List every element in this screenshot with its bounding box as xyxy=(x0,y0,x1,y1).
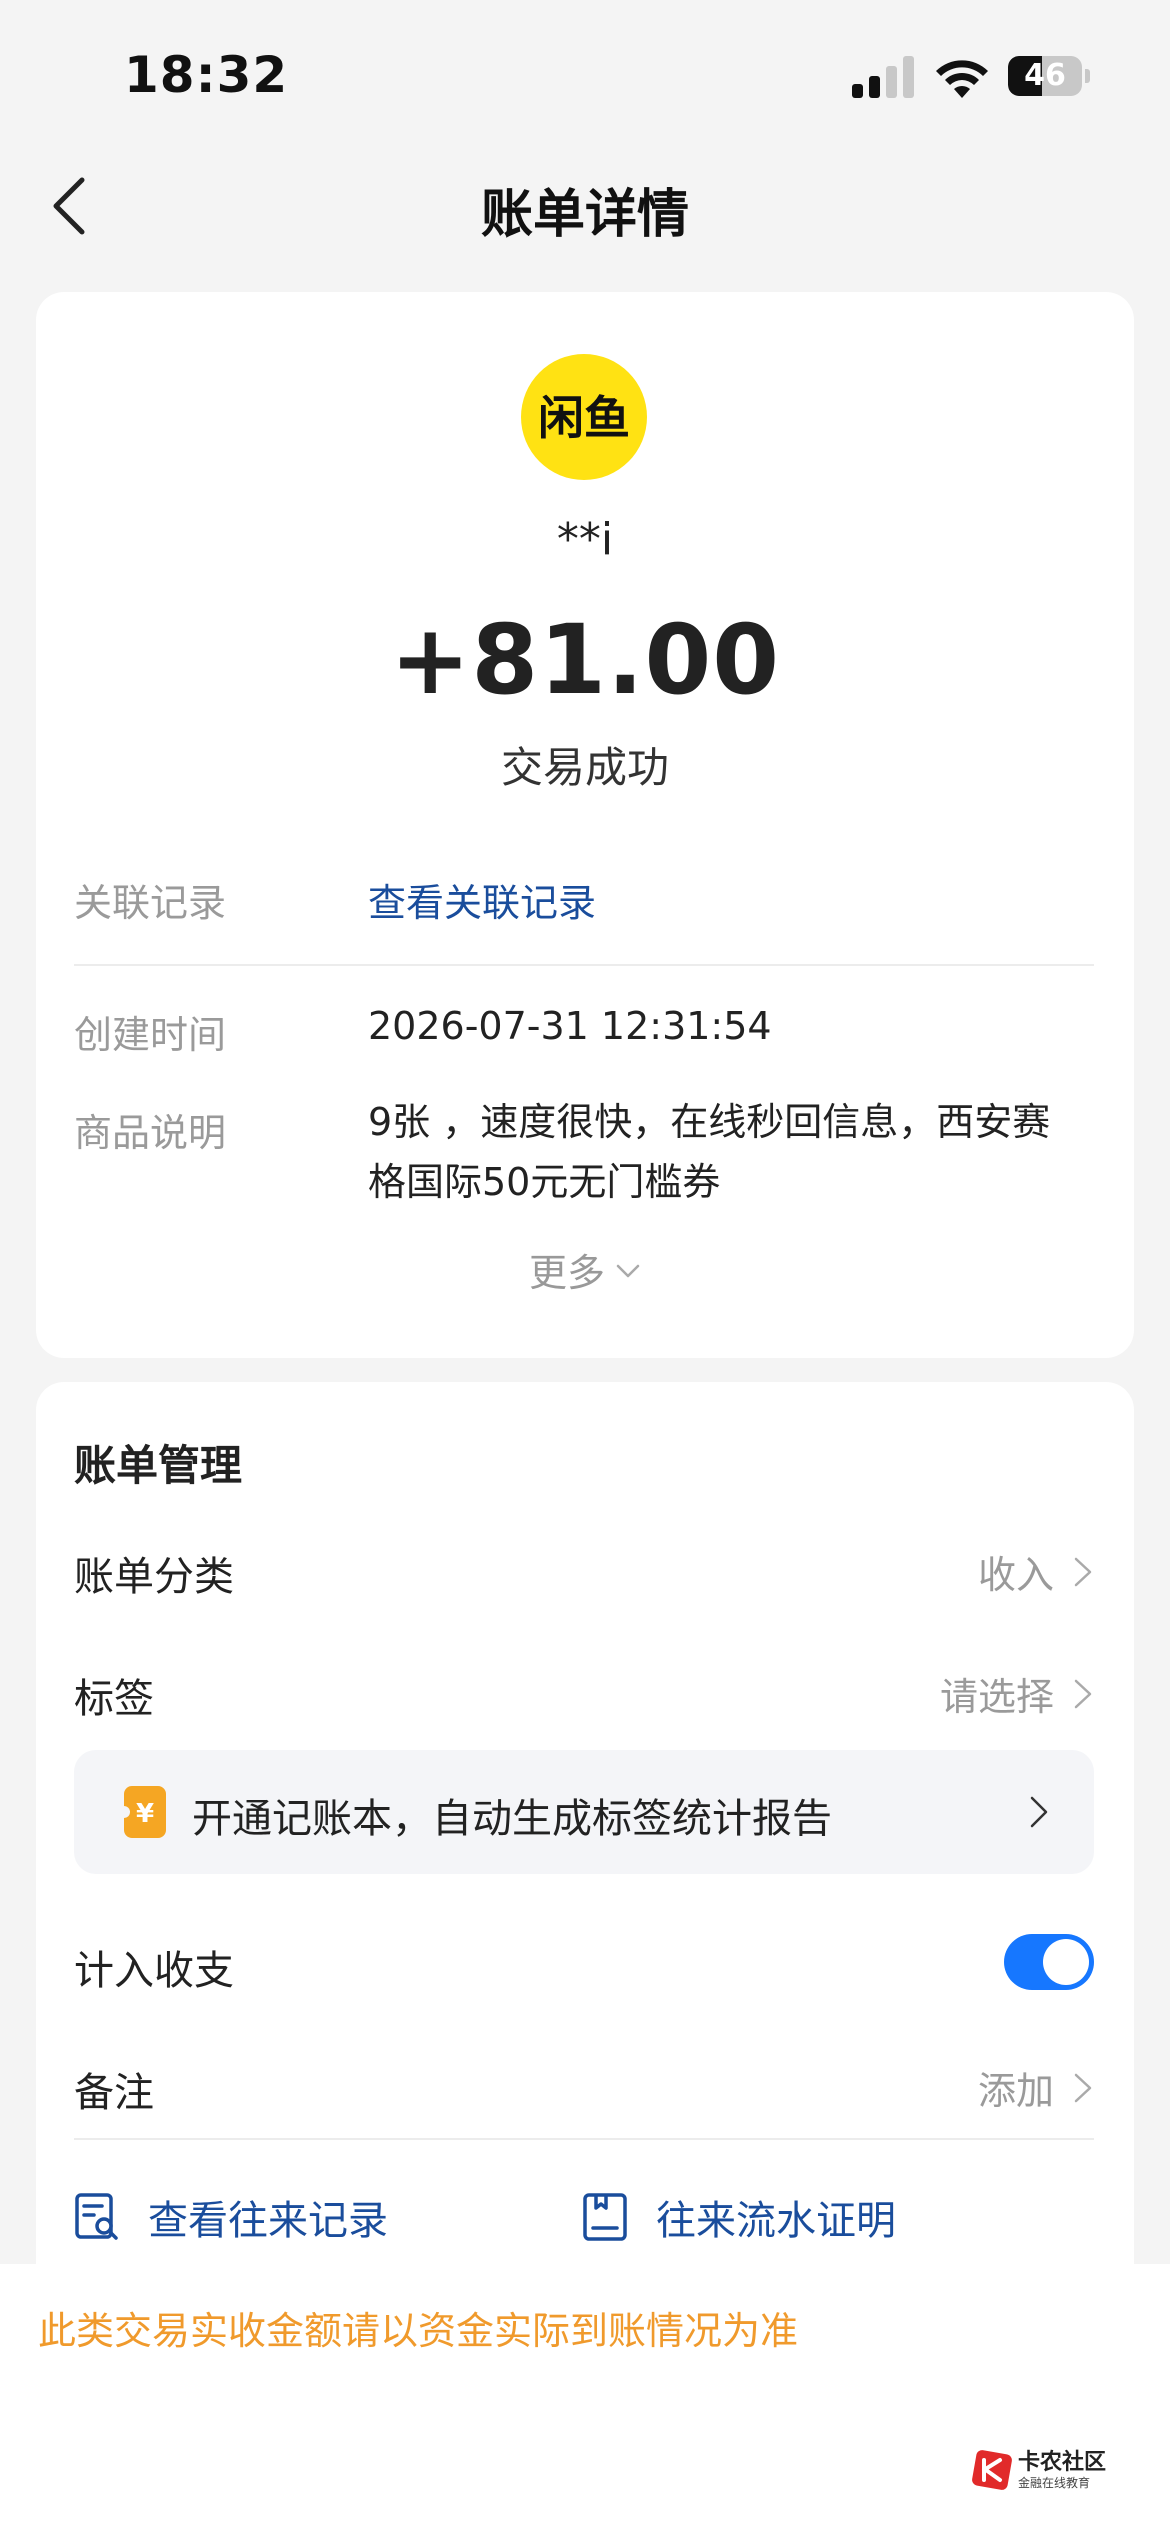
status-bar: 18:32 46 xyxy=(0,0,1170,150)
nav-bar: 账单详情 xyxy=(0,150,1170,262)
product-desc-label: 商品说明 xyxy=(74,1111,227,1155)
tag-value: 请选择 xyxy=(939,1675,1054,1719)
footer-notice-area: 此类交易实收金额请以资金实际到账情况为准 卡农社区 金融在线教育 xyxy=(0,2264,1170,2532)
created-time-value: 2026-07-31 12:31:54 xyxy=(368,1004,772,1048)
created-time-label: 创建时间 xyxy=(74,1013,227,1057)
chevron-right-icon xyxy=(1074,1557,1092,1586)
merchant-logo-text: 闲鱼 xyxy=(539,391,629,445)
merchant-logo: 闲鱼 xyxy=(521,354,647,480)
chevron-right-icon xyxy=(1074,2073,1092,2102)
add-note-button[interactable]: 添加 xyxy=(978,2060,1094,2115)
more-button[interactable]: 更多 xyxy=(36,1242,1134,1297)
promo-text: 开通记账本，自动生成标签统计报告 xyxy=(192,1796,832,1842)
cellular-signal-icon xyxy=(852,56,914,98)
tag-selector[interactable]: 请选择 xyxy=(940,1666,1094,1721)
more-label: 更多 xyxy=(528,1251,605,1295)
xianyu-logo-icon: 闲鱼 xyxy=(539,391,629,445)
note-label: 备注 xyxy=(74,2070,154,2116)
account-book-promo-banner[interactable]: ¥ 开通记账本，自动生成标签统计报告 xyxy=(74,1750,1094,1874)
battery-percent: 46 xyxy=(1024,58,1066,93)
related-record-label: 关联记录 xyxy=(74,881,227,925)
footer-notice: 此类交易实收金额请以资金实际到账情况为准 xyxy=(38,2309,799,2353)
watermark-subtitle: 金融在线教育 xyxy=(1018,2476,1091,2490)
include-in-stats-label: 计入收支 xyxy=(74,1948,234,1994)
section-title: 账单管理 xyxy=(74,1441,243,1490)
battery-body: 46 xyxy=(1008,56,1082,96)
chevron-down-icon xyxy=(616,1264,640,1277)
transaction-card: 闲鱼 **i +81.00 交易成功 关联记录 查看关联记录 创建时间 2026… xyxy=(36,292,1134,1358)
battery-cap xyxy=(1085,69,1090,83)
bill-category-label: 账单分类 xyxy=(74,1554,234,1600)
watermark-title: 卡农社区 xyxy=(1018,2450,1107,2475)
actions-divider xyxy=(74,2138,1094,2140)
watermark-logo-icon xyxy=(972,2450,1012,2490)
tag-label: 标签 xyxy=(74,1676,154,1722)
bill-category-selector[interactable]: 收入 xyxy=(978,1544,1094,1599)
yuan-ticket-icon: ¥ xyxy=(122,1786,166,1838)
bill-detail-page: 18:32 46 账单详情 闲鱼 **i +81.00 交易成功 关联记录 查看… xyxy=(0,0,1170,2532)
transaction-proof-label: 往来流水证明 xyxy=(656,2198,896,2244)
transaction-status: 交易成功 xyxy=(500,743,669,792)
transaction-amount: +81.00 xyxy=(389,604,781,716)
svg-text:¥: ¥ xyxy=(136,1799,154,1829)
status-time: 18:32 xyxy=(124,46,289,104)
toggle-knob xyxy=(1043,1939,1089,1985)
document-search-icon xyxy=(75,2193,118,2240)
battery-indicator: 46 xyxy=(1008,56,1090,96)
product-desc-value: 9张 ，速度很快，在线秒回信息，西安赛格国际50元无门槛券 xyxy=(368,1100,1051,1204)
page-title: 账单详情 xyxy=(480,185,689,245)
view-history-label: 查看往来记录 xyxy=(148,2198,388,2244)
view-history-button[interactable]: 查看往来记录 xyxy=(74,2188,388,2246)
view-related-record-link[interactable]: 查看关联记录 xyxy=(368,872,596,927)
note-value: 添加 xyxy=(977,2069,1054,2113)
chevron-right-icon xyxy=(1030,1796,1048,1828)
certificate-icon xyxy=(583,2193,627,2241)
include-in-stats-toggle[interactable] xyxy=(1004,1934,1094,1990)
chevron-right-icon xyxy=(1074,1679,1092,1708)
watermark: 卡农社区 金融在线教育 xyxy=(970,2444,1120,2500)
details-divider xyxy=(74,964,1094,966)
transaction-proof-button[interactable]: 往来流水证明 xyxy=(582,2188,896,2246)
wifi-icon xyxy=(936,60,988,98)
payer-name: **i xyxy=(556,514,614,565)
bill-category-value: 收入 xyxy=(977,1553,1054,1597)
